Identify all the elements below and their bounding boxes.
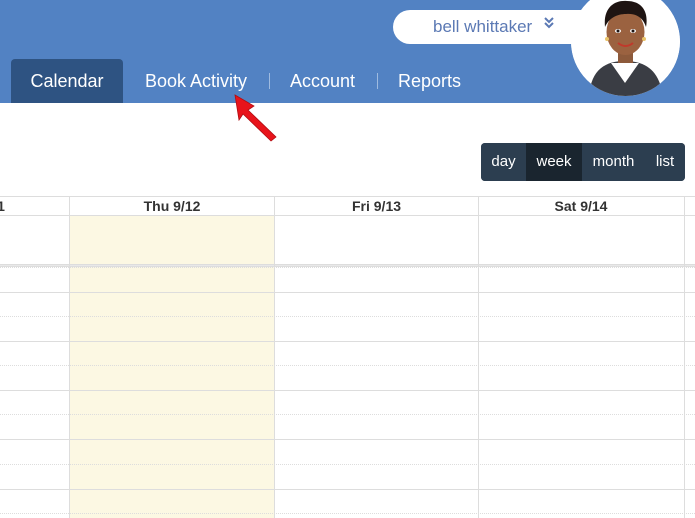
column-header-fri: Fri 9/13 [351,198,402,214]
column-divider [478,196,479,518]
hour-line [0,390,695,391]
user-avatar[interactable] [571,0,680,96]
tab-account[interactable]: Account [290,59,355,103]
half-hour-line [0,365,695,366]
column-header-thu: Thu 9/12 [143,198,201,214]
half-hour-line [0,414,695,415]
column-header-sat: Sat 9/14 [554,198,608,214]
half-hour-line [0,267,695,268]
red-arrow-pointer-icon [234,94,277,142]
half-hour-line [0,316,695,317]
week-calendar-grid: 1 Thu 9/12 Fri 9/13 Sat 9/14 [0,196,695,518]
today-column-highlight [70,216,274,518]
double-chevron-down-icon [544,17,554,31]
half-hour-line [0,513,695,514]
view-day-button[interactable]: day [481,143,526,181]
view-week-button[interactable]: week [526,143,582,181]
column-divider [684,196,685,518]
hour-line [0,439,695,440]
header-bottom-border [0,215,695,216]
nav-separator [377,73,378,89]
column-divider [274,196,275,518]
view-switcher: day week month list [481,143,685,181]
half-hour-line [0,464,695,465]
hour-line [0,489,695,490]
hour-line [0,341,695,342]
app-page: bell whittaker Calendar Book Activity Ac… [0,0,695,518]
top-header: bell whittaker Calendar Book Activity Ac… [0,0,695,103]
tab-reports[interactable]: Reports [398,59,461,103]
view-month-button[interactable]: month [582,143,645,181]
hour-line [0,292,695,293]
column-header-partial: 1 [0,198,5,214]
nav-separator [269,73,270,89]
column-divider [69,196,70,518]
view-list-button[interactable]: list [645,143,685,181]
tab-calendar[interactable]: Calendar [11,59,123,103]
user-name: bell whittaker [433,17,533,36]
